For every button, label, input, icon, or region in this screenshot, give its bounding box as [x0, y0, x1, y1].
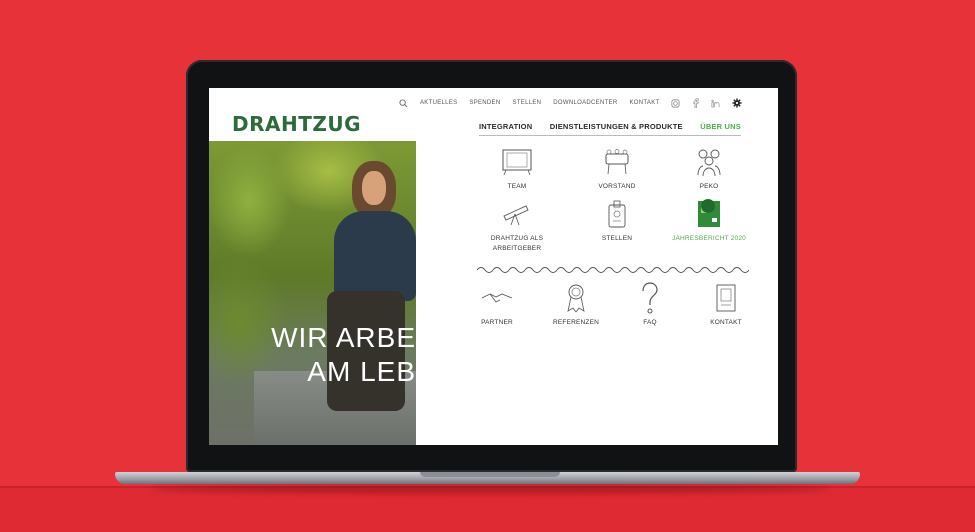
wave-divider [477, 267, 749, 273]
people-icon [692, 147, 726, 181]
nav-dienstleistungen[interactable]: DIENSTLEISTUNGEN & PRODUKTE [550, 122, 683, 131]
main-nav: INTEGRATION DIENSTLEISTUNGEN & PRODUKTE … [479, 122, 741, 131]
laptop-screen: DRAHTZUG AKTUELLES SPENDEN STELLEN DOWNL… [209, 88, 778, 445]
report-icon [695, 199, 723, 233]
team-icon [500, 148, 534, 180]
nav-kontakt[interactable]: KONTAKT [629, 100, 659, 106]
menu-vorstand[interactable]: VORSTAND [572, 148, 662, 192]
menu-arbeitgeber-label-2: ARBEITGEBER [492, 245, 542, 252]
menu-stellen-label: STELLEN [601, 235, 633, 242]
hero-line-1: WIR ARBE [271, 322, 416, 353]
top-nav: AKTUELLES SPENDEN STELLEN DOWNLOADCENTER… [399, 96, 743, 110]
search-icon[interactable] [399, 98, 408, 108]
board-icon [600, 148, 634, 180]
menu-partner[interactable]: PARTNER [452, 284, 542, 328]
nav-integration[interactable]: INTEGRATION [479, 122, 532, 131]
site-logo[interactable]: DRAHTZUG [232, 112, 361, 136]
menu-jahresbericht-label: JAHRESBERICHT 2020 [672, 235, 746, 242]
laptop-base-notch [420, 472, 560, 477]
menu-kontakt[interactable]: KONTAKT [681, 284, 771, 328]
hero-photo: WIR ARBE AM LEB [209, 141, 416, 445]
nav-spenden[interactable]: SPENDEN [469, 100, 500, 106]
facebook-icon[interactable] [692, 98, 700, 108]
menu-arbeitgeber-label: DRAHTZUG ALS [490, 235, 544, 242]
instagram-icon[interactable] [671, 99, 680, 108]
contact-icon [714, 282, 738, 318]
menu-peko-label: PEKO [699, 183, 719, 190]
question-icon [639, 281, 661, 319]
menu-vorstand-label: VORSTAND [598, 183, 636, 190]
linkedin-icon[interactable] [711, 99, 720, 108]
menu-stellen[interactable]: STELLEN [572, 200, 662, 244]
award-icon [564, 282, 588, 318]
telescope-icon [500, 202, 534, 230]
settings-icon[interactable] [732, 98, 743, 108]
hero-line-2: AM LEB [307, 356, 416, 387]
menu-team-label: TEAM [507, 183, 527, 190]
nav-stellen[interactable]: STELLEN [513, 100, 542, 106]
handshake-icon [480, 288, 514, 312]
person-body [334, 211, 416, 301]
menu-peko[interactable]: PEKO [664, 148, 754, 192]
menu-jahresbericht[interactable]: JAHRESBERICHT 2020 [664, 199, 754, 244]
menu-kontakt-label: KONTAKT [710, 319, 742, 326]
menu-arbeitgeber[interactable]: DRAHTZUG ALS ARBEITGEBER [472, 200, 562, 254]
person-face [362, 171, 386, 205]
menu-partner-label: PARTNER [481, 319, 513, 326]
laptop-shadow [150, 484, 830, 494]
nav-divider [479, 135, 741, 136]
nav-aktuelles[interactable]: AKTUELLES [420, 100, 457, 106]
nav-ueber-uns[interactable]: ÜBER UNS [700, 122, 741, 131]
nav-downloadcenter[interactable]: DOWNLOADCENTER [553, 100, 617, 106]
hero-headline: WIR ARBE AM LEB [256, 321, 416, 389]
menu-team[interactable]: TEAM [472, 148, 562, 192]
badge-icon [605, 199, 629, 233]
